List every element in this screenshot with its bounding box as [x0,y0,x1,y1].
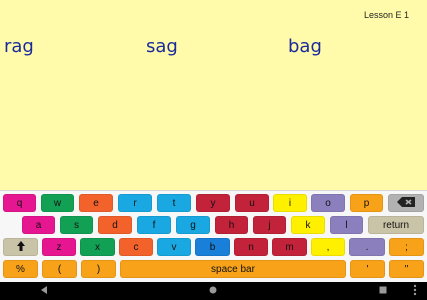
return-key[interactable]: return [368,216,424,234]
backspace-icon [397,197,415,208]
key-d[interactable]: d [98,216,132,234]
more-icon[interactable] [405,282,425,300]
key-double-quote[interactable]: " [389,260,424,278]
key-t[interactable]: t [157,194,191,212]
lesson-label: Lesson E 1 [363,10,409,20]
key-close-paren[interactable]: ) [81,260,116,278]
key-c[interactable]: c [119,238,153,256]
key-r[interactable]: r [118,194,152,212]
key-n[interactable]: n [234,238,268,256]
key-comma[interactable]: , [311,238,345,256]
backspace-key[interactable] [388,194,424,212]
space-bar-key[interactable]: space bar [120,260,346,278]
key-b[interactable]: b [195,238,230,256]
key-e[interactable]: e [79,194,113,212]
key-v[interactable]: v [157,238,191,256]
key-a[interactable]: a [22,216,55,234]
key-g[interactable]: g [176,216,210,234]
key-u[interactable]: u [235,194,269,212]
key-apostrophe[interactable]: ' [350,260,385,278]
recents-icon[interactable] [373,282,393,300]
key-l[interactable]: l [330,216,363,234]
key-percent[interactable]: % [3,260,38,278]
key-o[interactable]: o [311,194,345,212]
shift-key[interactable] [3,238,38,256]
key-z[interactable]: z [42,238,76,256]
back-icon[interactable] [34,282,54,300]
word-2: sag [146,36,178,57]
word-3: bag [288,36,322,57]
key-period[interactable]: . [349,238,385,256]
key-y[interactable]: y [196,194,230,212]
onscreen-keyboard: q w e r t y u i o p a s d f g h j k l re… [0,190,427,283]
key-open-paren[interactable]: ( [42,260,77,278]
key-semicolon[interactable]: ; [389,238,424,256]
key-x[interactable]: x [80,238,115,256]
home-icon[interactable] [203,282,223,300]
key-k[interactable]: k [291,216,325,234]
key-w[interactable]: w [41,194,74,212]
key-i[interactable]: i [273,194,307,212]
system-nav-bar [0,282,427,300]
key-m[interactable]: m [272,238,307,256]
key-p[interactable]: p [350,194,383,212]
key-s[interactable]: s [60,216,93,234]
key-h[interactable]: h [215,216,248,234]
key-j[interactable]: j [253,216,286,234]
key-f[interactable]: f [137,216,171,234]
key-q[interactable]: q [3,194,36,212]
word-1: rag [4,36,34,57]
shift-icon [16,241,25,252]
